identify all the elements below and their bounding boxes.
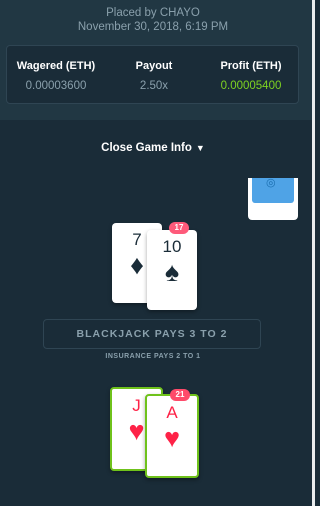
close-game-info-label: Close Game Info [101, 142, 192, 154]
bet-stats-box: Wagered (ETH) 0.00003600 Payout 2.50x Pr… [6, 45, 299, 104]
heart-icon: ♥ [163, 423, 181, 453]
card-rank: A [166, 403, 178, 422]
right-edge-strip [312, 0, 315, 506]
blackjack-pays-banner: BLACKJACK PAYS 3 TO 2 [43, 319, 261, 349]
chevron-down-icon: ▼ [195, 143, 205, 153]
game-info-panel: Placed by CHAYO November 30, 2018, 6:19 … [0, 0, 312, 120]
profit-value: 0.00005400 [220, 80, 282, 92]
card-rank: 10 [162, 237, 182, 256]
wagered-value: 0.00003600 [25, 80, 87, 92]
deck-card: ◎ [248, 177, 298, 220]
dealer-card-2: 10 ♠ [147, 230, 197, 310]
profit-label: Profit (ETH) [220, 60, 282, 72]
bet-date: November 30, 2018, 6:19 PM [77, 21, 229, 33]
dealer-total-badge: 17 [169, 222, 189, 234]
placed-by-text: Placed by CHAYO [106, 7, 200, 19]
spade-icon: ♠ [164, 257, 180, 287]
payout-value: 2.50x [139, 80, 169, 92]
close-game-info-button[interactable]: Close Game Info ▼ [0, 142, 306, 154]
payout-label: Payout [135, 60, 173, 72]
card-back-pattern-icon: ◎ [266, 177, 276, 189]
player-total-badge: 21 [170, 389, 190, 401]
insurance-pays-text: INSURANCE PAYS 2 TO 1 [105, 353, 201, 360]
player-card-2: A ♥ [145, 394, 199, 478]
card-back: ◎ [252, 177, 294, 203]
wagered-label: Wagered (ETH) [16, 60, 96, 72]
